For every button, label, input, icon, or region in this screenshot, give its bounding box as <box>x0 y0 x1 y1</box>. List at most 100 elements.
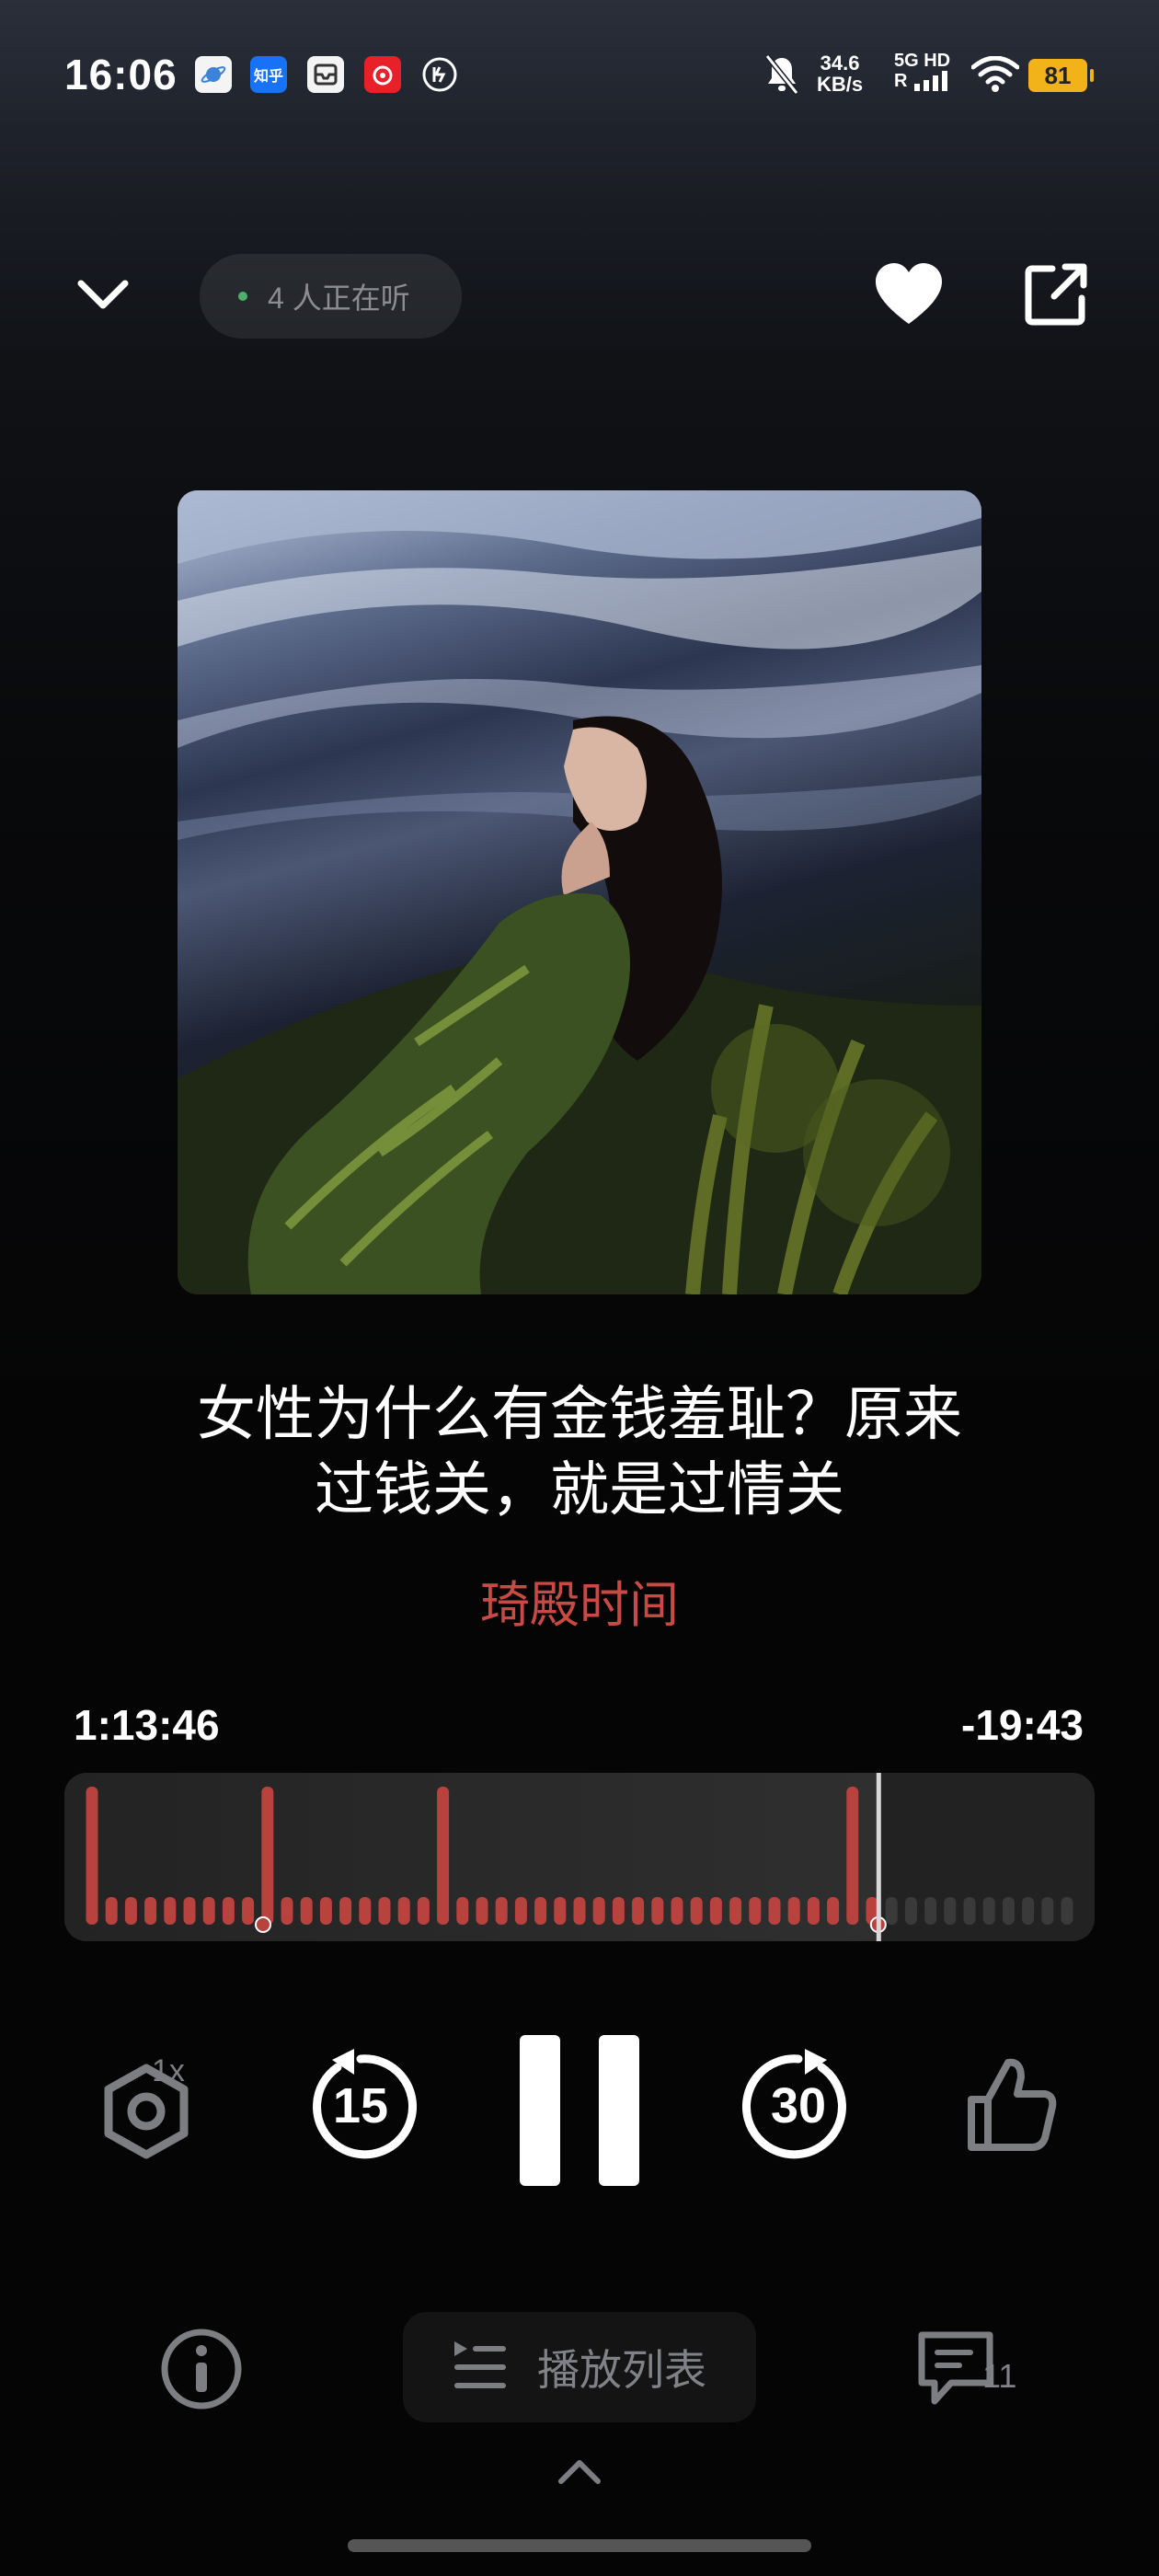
waveform-bar <box>124 1897 137 1925</box>
waveform-bar <box>827 1897 840 1925</box>
waveform-chapter-bar <box>86 1787 98 1925</box>
episode-cover-art <box>178 490 981 1294</box>
waveform-bar <box>592 1897 605 1925</box>
pause-icon <box>520 2035 639 2186</box>
wifi-icon <box>971 56 1019 92</box>
waveform-bar <box>339 1897 352 1925</box>
waveform-bar <box>1041 1897 1054 1925</box>
elapsed-time: 1:13:46 <box>74 1701 220 1749</box>
waveform-bar <box>534 1897 547 1925</box>
waveform-bar <box>202 1897 215 1925</box>
waveform-bar <box>319 1897 332 1925</box>
chapter-marker-dot <box>255 1916 271 1933</box>
waveform-bar <box>787 1897 800 1925</box>
episode-title-line-2: 过钱关，就是过情关 <box>315 1456 844 1523</box>
waveform-bar <box>164 1897 177 1925</box>
listeners-count: 4 人正在听 <box>268 282 410 315</box>
waveform-bar <box>904 1897 917 1925</box>
waveform-bar <box>1022 1897 1035 1925</box>
waveform-bar <box>417 1897 430 1925</box>
waveform-bar <box>300 1897 313 1925</box>
waveform-bar <box>1061 1897 1073 1925</box>
waveform-bar <box>514 1897 527 1925</box>
live-dot <box>238 292 247 301</box>
waveform-bar <box>651 1897 664 1925</box>
pause-button[interactable] <box>518 2033 641 2188</box>
waveform-bar <box>729 1897 742 1925</box>
waveform-bars <box>86 1773 1073 1941</box>
ev-app-icon <box>421 56 458 93</box>
collapse-chevron-down-icon[interactable] <box>74 267 132 322</box>
rewind-button[interactable]: 15 <box>301 2047 420 2167</box>
zhihu-app-icon: 知乎 <box>250 56 287 93</box>
waveform-bar <box>144 1897 157 1925</box>
playlist-label: 播放列表 <box>537 2346 706 2394</box>
waveform-bar <box>554 1897 567 1925</box>
listeners-pill: 4 人正在听 <box>200 254 462 339</box>
rewind-15-icon: 15 <box>313 2049 417 2159</box>
cellular-indicator: 5G HD R <box>894 51 951 91</box>
waveform-chapter-bar <box>261 1787 274 1925</box>
waveform-bar <box>495 1897 508 1925</box>
podcast-author-link[interactable]: 琦殿时间 <box>212 1564 947 1637</box>
waveform-bar <box>476 1897 488 1925</box>
waveform-bar <box>573 1897 586 1925</box>
episode-title-line-1: 女性为什么有金钱羞耻？原来 <box>197 1381 962 1447</box>
waveform-bar <box>963 1897 976 1925</box>
expand-chevron-up-icon[interactable] <box>556 2452 603 2489</box>
waveform-bar <box>397 1897 410 1925</box>
waveform-bar <box>671 1897 683 1925</box>
planet-app-icon <box>195 56 232 93</box>
waveform-bar <box>242 1897 255 1925</box>
forward-button[interactable]: 30 <box>739 2047 858 2167</box>
waveform-bar <box>105 1897 118 1925</box>
battery-indicator: 81 <box>1028 59 1094 92</box>
network-speed-value: 34.6 <box>820 52 860 75</box>
network-type: 5G HD <box>894 51 951 71</box>
episode-title: 女性为什么有金钱羞耻？原来 过钱关，就是过情关 <box>120 1376 1039 1527</box>
share-icon[interactable] <box>1021 259 1091 329</box>
waveform-bar <box>222 1897 235 1925</box>
status-bar: 16:06 知乎 34.6 KB/s 5G HD R 81 <box>0 0 1159 156</box>
zhihu-app-label: 知乎 <box>253 69 283 85</box>
signal-icon <box>914 71 948 91</box>
waveform-bar <box>807 1897 820 1925</box>
waveform-bar <box>749 1897 762 1925</box>
playlist-button[interactable]: 播放列表 <box>403 2312 756 2422</box>
waveform-bar <box>183 1897 196 1925</box>
progress-waveform-scrubber[interactable] <box>64 1773 1095 1941</box>
bell-muted-icon <box>764 54 799 95</box>
roaming-indicator: R <box>894 71 908 91</box>
netease-music-app-icon <box>364 56 401 93</box>
status-time: 16:06 <box>64 51 178 98</box>
network-speed-unit: KB/s <box>817 73 864 96</box>
waveform-bar <box>281 1897 293 1925</box>
forward-30-icon: 30 <box>742 2049 846 2159</box>
playhead[interactable] <box>876 1773 881 1941</box>
playlist-icon <box>454 2341 506 2388</box>
waveform-bar <box>768 1897 781 1925</box>
waveform-bar <box>709 1897 722 1925</box>
waveform-bar <box>632 1897 645 1925</box>
thumbs-up-icon[interactable] <box>964 2053 1060 2155</box>
waveform-bar <box>612 1897 625 1925</box>
waveform-bar <box>982 1897 995 1925</box>
waveform-bar <box>944 1897 957 1925</box>
waveform-bar <box>1002 1897 1015 1925</box>
remaining-time: -19:43 <box>961 1701 1084 1749</box>
inbox-app-icon <box>307 56 344 93</box>
waveform-bar <box>924 1897 937 1925</box>
info-icon[interactable] <box>158 2326 245 2412</box>
waveform-bar <box>378 1897 391 1925</box>
playback-speed-label: 1x <box>152 2053 185 2088</box>
waveform-chapter-bar <box>437 1787 450 1925</box>
comment-count: 11 <box>982 2357 1017 2395</box>
forward-seconds: 30 <box>771 2078 826 2133</box>
favorite-heart-icon[interactable] <box>872 259 946 333</box>
home-indicator[interactable] <box>348 2539 811 2552</box>
waveform-bar <box>456 1897 469 1925</box>
network-speed: 34.6 KB/s <box>817 52 863 95</box>
waveform-chapter-bar <box>846 1787 859 1925</box>
waveform-bar <box>359 1897 372 1925</box>
waveform-bar <box>885 1897 898 1925</box>
